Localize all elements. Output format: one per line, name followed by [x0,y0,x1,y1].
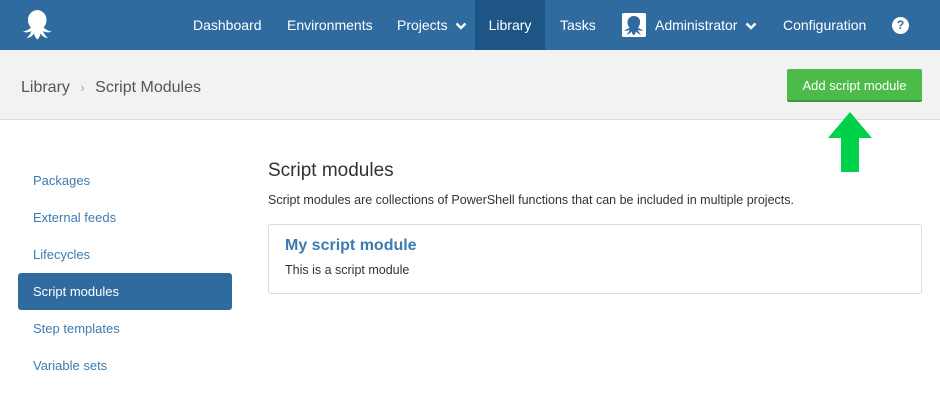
sidebar-item-lifecycles[interactable]: Lifecycles [18,236,232,273]
breadcrumb-separator: › [80,80,85,95]
sidebar-item-packages[interactable]: Packages [18,162,232,199]
chevron-down-icon [456,22,467,30]
nav-tasks-label: Tasks [560,17,596,33]
script-module-description: This is a script module [285,263,410,277]
library-sidebar: Packages External feeds Lifecycles Scrip… [18,162,232,384]
nav-projects-label: Projects [397,17,448,33]
help-icon[interactable]: ? [892,17,909,34]
nav-dashboard[interactable]: Dashboard [193,0,262,50]
page-header: Library › Script Modules Add script modu… [0,50,940,120]
add-script-module-button[interactable]: Add script module [787,69,922,102]
page-description: Script modules are collections of PowerS… [268,193,794,207]
sidebar-item-script-modules[interactable]: Script modules [18,273,232,310]
chevron-down-icon [746,22,757,30]
octopus-avatar-icon[interactable] [622,13,646,37]
up-arrow-icon [828,112,872,172]
nav-library-label: Library [488,17,532,33]
breadcrumb: Library › Script Modules [21,79,201,97]
script-module-card[interactable]: My script module This is a script module [268,224,922,294]
nav-administrator-label: Administrator [655,17,738,33]
nav-administrator[interactable]: Administrator [655,0,757,50]
breadcrumb-current: Script Modules [95,79,201,96]
sidebar-item-external-feeds[interactable]: External feeds [18,199,232,236]
nav-configuration[interactable]: Configuration [783,0,866,50]
nav-library[interactable]: Library [475,0,545,50]
nav-projects[interactable]: Projects [397,0,467,50]
nav-dashboard-label: Dashboard [193,17,262,33]
script-module-name-link[interactable]: My script module [285,237,417,255]
nav-environments[interactable]: Environments [287,0,373,50]
nav-configuration-label: Configuration [783,17,867,33]
sidebar-item-step-templates[interactable]: Step templates [18,310,232,347]
breadcrumb-parent-link[interactable]: Library [21,79,70,96]
sidebar-item-variable-sets[interactable]: Variable sets [18,347,232,384]
page-title: Script modules [268,160,394,181]
top-navigation-bar: Dashboard Environments Projects Library … [0,0,940,50]
nav-environments-label: Environments [287,17,373,33]
nav-tasks[interactable]: Tasks [560,0,596,50]
